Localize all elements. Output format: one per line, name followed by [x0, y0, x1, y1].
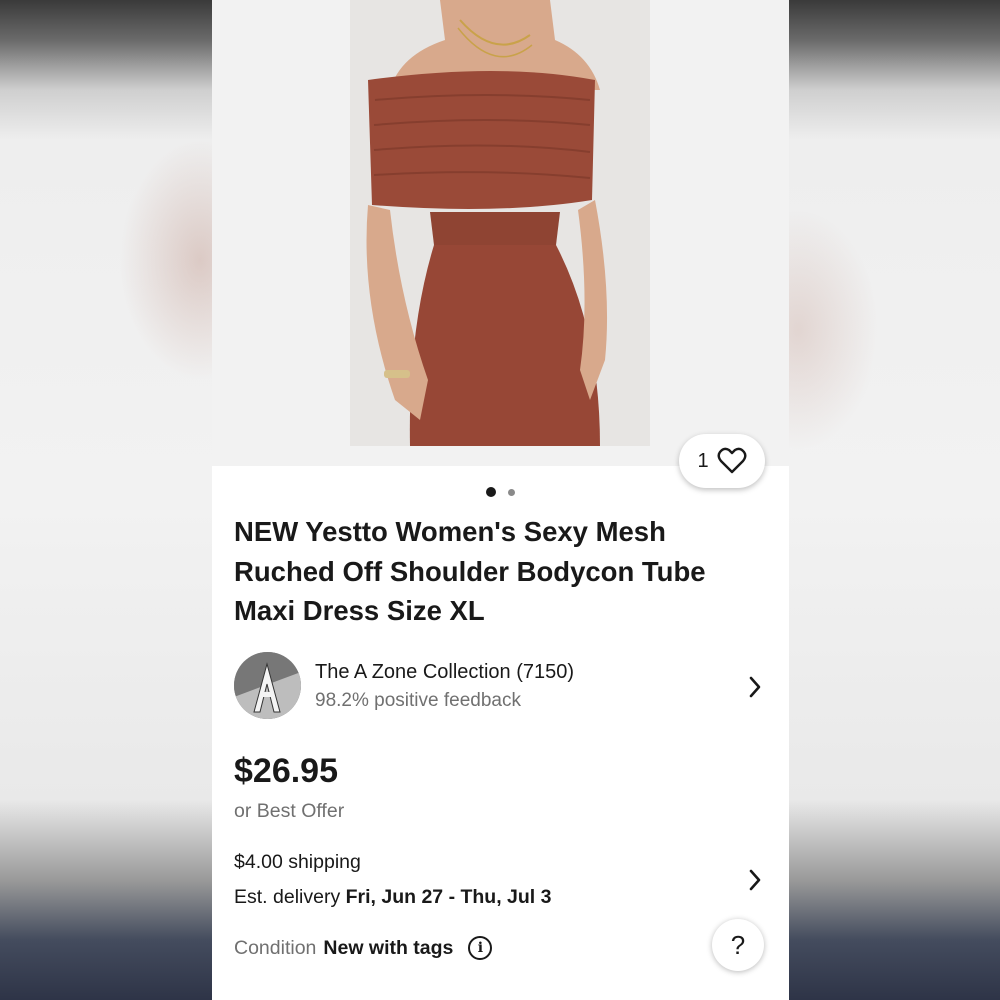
delivery-label: Est. delivery — [234, 886, 346, 908]
seller-feedback: 98.2% positive feedback — [315, 690, 521, 711]
shipping-chevron-right-icon[interactable] — [748, 869, 762, 891]
seller-row[interactable]: The A Zone Collection (7150) 98.2% posit… — [234, 652, 769, 720]
seller-logo-icon — [234, 652, 301, 719]
dress-photo-icon — [350, 0, 650, 446]
best-offer-text: or Best Offer — [234, 800, 345, 822]
watch-count: 1 — [697, 449, 709, 472]
help-label: ? — [730, 929, 746, 960]
title-line: Maxi Dress Size XL — [234, 595, 485, 626]
title-line: Ruched Off Shoulder Bodycon Tube — [234, 555, 706, 587]
price: $26.95 — [234, 752, 338, 790]
shipping-cost: $4.00 shipping — [234, 851, 361, 873]
watch-button[interactable]: 1 — [679, 434, 765, 488]
delivery-estimate: Est. delivery Fri, Jun 27 - Thu, Jul 3 — [234, 886, 552, 909]
heart-icon — [717, 447, 747, 474]
title-line: NEW Yestto Women's Sexy Mesh — [234, 516, 666, 547]
listing-title: NEW Yestto Women's Sexy Mesh Ruched Off … — [234, 512, 754, 631]
image-gallery[interactable]: 1 — [212, 0, 789, 488]
condition-label: Condition — [234, 936, 317, 959]
seller-name[interactable]: The A Zone Collection (7150) — [315, 661, 574, 684]
background-blur-right — [788, 0, 1000, 1000]
info-icon[interactable]: i — [468, 936, 493, 960]
help-button[interactable]: ? — [712, 919, 764, 971]
background-blur-left — [0, 0, 212, 1000]
pagination-dot-active[interactable] — [486, 487, 496, 497]
seller-avatar[interactable] — [234, 652, 301, 719]
chevron-right-icon[interactable] — [748, 676, 762, 698]
pagination-dot[interactable] — [508, 488, 515, 496]
condition-value: New with tags — [323, 936, 454, 959]
delivery-dates: Fri, Jun 27 - Thu, Jul 3 — [345, 886, 552, 908]
condition-row: Condition New with tags i — [234, 936, 493, 960]
product-photo[interactable] — [350, 0, 650, 446]
gallery-pagination[interactable] — [212, 487, 789, 497]
listing-screen: 1 NEW Yestto Women's Sexy Mesh Ruched Of… — [212, 0, 789, 1000]
